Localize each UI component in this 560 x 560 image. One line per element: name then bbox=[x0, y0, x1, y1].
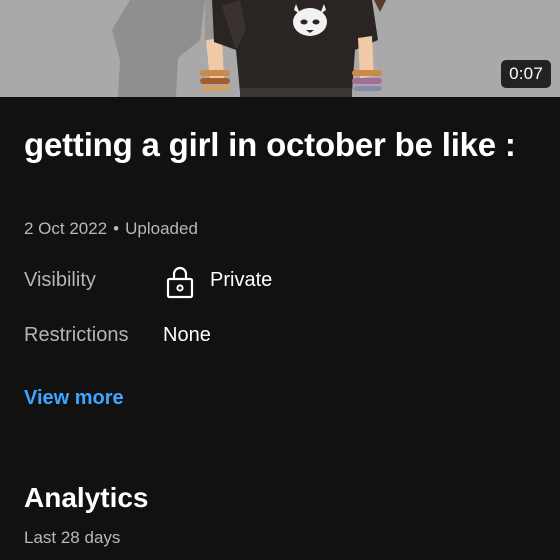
video-details-screen: 0:07 getting a girl in october be like :… bbox=[0, 0, 560, 560]
upload-status: Uploaded bbox=[125, 219, 198, 238]
visibility-value[interactable]: Private bbox=[210, 269, 272, 292]
video-duration-badge: 0:07 bbox=[501, 60, 551, 88]
visibility-label: Visibility bbox=[24, 269, 96, 291]
video-thumbnail[interactable]: 0:07 bbox=[0, 0, 560, 97]
video-title: getting a girl in october be like : bbox=[24, 126, 516, 163]
video-meta: 2 Oct 2022 • Uploaded bbox=[24, 219, 198, 239]
lock-icon bbox=[166, 266, 194, 299]
meta-separator: • bbox=[113, 219, 120, 238]
restrictions-label: Restrictions bbox=[24, 324, 129, 346]
thumbnail-artwork bbox=[112, 0, 386, 97]
analytics-heading: Analytics bbox=[24, 482, 149, 513]
restrictions-value[interactable]: None bbox=[163, 324, 211, 347]
upload-date: 2 Oct 2022 bbox=[24, 219, 108, 238]
analytics-period: Last 28 days bbox=[24, 528, 121, 547]
view-more-link[interactable]: View more bbox=[24, 387, 124, 410]
